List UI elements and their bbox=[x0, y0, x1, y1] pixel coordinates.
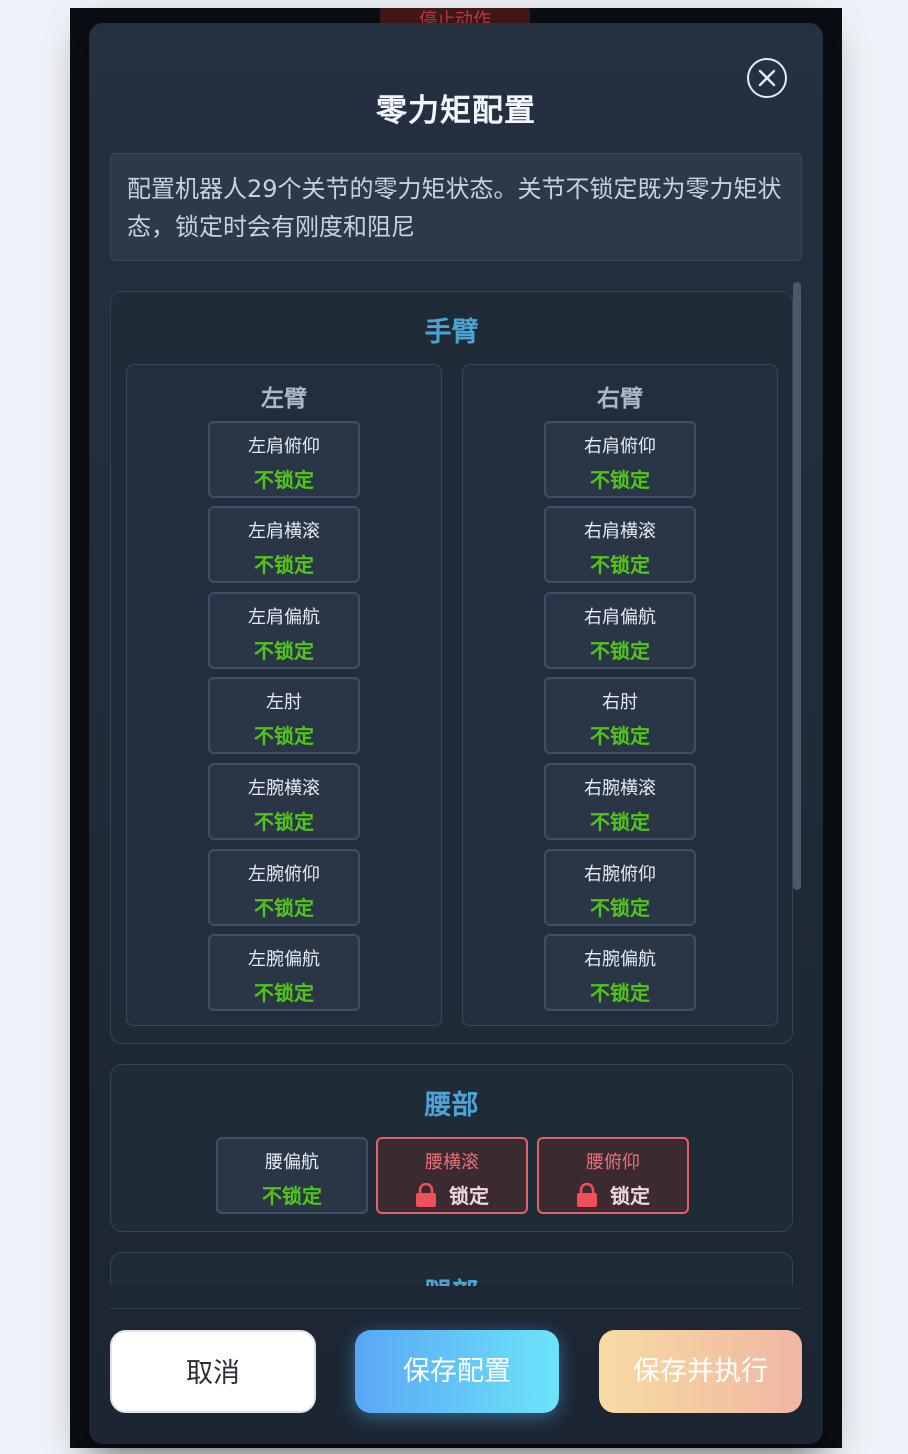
modal-title: 零力矩配置 bbox=[376, 93, 536, 129]
joint-state: 不锁定 bbox=[590, 639, 650, 663]
legs-section: 腿部 bbox=[110, 1252, 793, 1286]
joint-name: 右腕横滚 bbox=[584, 778, 656, 799]
joint-name: 腰俯仰 bbox=[586, 1152, 640, 1173]
joint-name: 左腕俯仰 bbox=[248, 864, 320, 885]
waist-section-title: 腰部 bbox=[424, 1090, 479, 1121]
joint-state-label: 锁定 bbox=[449, 1184, 489, 1208]
joint-right-wrist-yaw[interactable]: 右腕偏航 不锁定 bbox=[544, 934, 696, 1011]
arms-section: 手臂 左臂 左肩俯仰 不锁定 左肩横滚 不锁定 左肩偏航 不锁定 左肘 不锁定 … bbox=[110, 291, 793, 1044]
joint-state: 不锁定 bbox=[590, 810, 650, 834]
joint-state: 不锁定 bbox=[254, 639, 314, 663]
cancel-button[interactable]: 取消 bbox=[110, 1330, 316, 1413]
joint-left-elbow[interactable]: 左肘 不锁定 bbox=[208, 677, 360, 754]
joint-state: 不锁定 bbox=[254, 553, 314, 577]
joint-state: 不锁定 bbox=[254, 810, 314, 834]
lock-icon bbox=[577, 1182, 597, 1207]
joint-left-shoulder-yaw[interactable]: 左肩偏航 不锁定 bbox=[208, 592, 360, 669]
joint-waist-roll[interactable]: 腰横滚 锁定 bbox=[376, 1137, 528, 1214]
joint-waist-pitch[interactable]: 腰俯仰 锁定 bbox=[537, 1137, 689, 1214]
joint-left-shoulder-pitch[interactable]: 左肩俯仰 不锁定 bbox=[208, 421, 360, 498]
waist-section: 腰部 腰偏航 不锁定 腰横滚 锁定 腰俯仰 锁定 bbox=[110, 1064, 793, 1232]
joint-state: 不锁定 bbox=[254, 468, 314, 492]
joint-name: 左肩俯仰 bbox=[248, 436, 320, 457]
joint-right-wrist-roll[interactable]: 右腕横滚 不锁定 bbox=[544, 763, 696, 840]
joint-name: 左肩横滚 bbox=[248, 521, 320, 542]
right-arm-title: 右臂 bbox=[597, 386, 643, 412]
joint-left-shoulder-roll[interactable]: 左肩横滚 不锁定 bbox=[208, 506, 360, 583]
joint-name: 左腕横滚 bbox=[248, 778, 320, 799]
joint-name: 右肩偏航 bbox=[584, 607, 656, 628]
joint-state: 不锁定 bbox=[254, 981, 314, 1005]
joint-name: 右腕俯仰 bbox=[584, 864, 656, 885]
joint-right-wrist-pitch[interactable]: 右腕俯仰 不锁定 bbox=[544, 849, 696, 926]
joint-name: 右肩俯仰 bbox=[584, 436, 656, 457]
joint-name: 左腕偏航 bbox=[248, 949, 320, 970]
joint-right-elbow[interactable]: 右肘 不锁定 bbox=[544, 677, 696, 754]
joint-state: 不锁定 bbox=[590, 553, 650, 577]
joint-name: 腰横滚 bbox=[425, 1152, 479, 1173]
joint-state: 不锁定 bbox=[590, 981, 650, 1005]
joint-state: 不锁定 bbox=[254, 896, 314, 920]
modal-description: 配置机器人29个关节的零力矩状态。关节不锁定既为零力矩状态，锁定时会有刚度和阻尼 bbox=[110, 153, 802, 261]
zero-torque-modal: 零力矩配置 配置机器人29个关节的零力矩状态。关节不锁定既为零力矩状态，锁定时会… bbox=[89, 23, 823, 1444]
joint-name: 右肩横滚 bbox=[584, 521, 656, 542]
joint-waist-yaw[interactable]: 腰偏航 不锁定 bbox=[216, 1137, 368, 1214]
joint-state: 不锁定 bbox=[590, 724, 650, 748]
arms-section-title: 手臂 bbox=[424, 317, 479, 348]
joint-name: 左肩偏航 bbox=[248, 607, 320, 628]
joint-state: 不锁定 bbox=[590, 896, 650, 920]
joint-state: 锁定 bbox=[539, 1180, 687, 1209]
joint-name: 左肘 bbox=[266, 692, 302, 713]
joint-scroll-area[interactable]: 手臂 左臂 左肩俯仰 不锁定 左肩横滚 不锁定 左肩偏航 不锁定 左肘 不锁定 … bbox=[110, 288, 802, 1286]
joint-left-wrist-yaw[interactable]: 左腕偏航 不锁定 bbox=[208, 934, 360, 1011]
joint-left-wrist-pitch[interactable]: 左腕俯仰 不锁定 bbox=[208, 849, 360, 926]
joint-right-shoulder-pitch[interactable]: 右肩俯仰 不锁定 bbox=[544, 421, 696, 498]
save-and-execute-button[interactable]: 保存并执行 bbox=[599, 1330, 802, 1413]
joint-name: 右肘 bbox=[602, 692, 638, 713]
left-arm-panel: 左臂 左肩俯仰 不锁定 左肩横滚 不锁定 左肩偏航 不锁定 左肘 不锁定 左腕横… bbox=[126, 364, 442, 1026]
joint-left-wrist-roll[interactable]: 左腕横滚 不锁定 bbox=[208, 763, 360, 840]
joint-state: 不锁定 bbox=[590, 468, 650, 492]
joint-name: 腰偏航 bbox=[265, 1152, 319, 1173]
left-arm-title: 左臂 bbox=[261, 386, 307, 412]
scrollbar[interactable] bbox=[793, 282, 801, 890]
joint-right-shoulder-roll[interactable]: 右肩横滚 不锁定 bbox=[544, 506, 696, 583]
joint-state: 不锁定 bbox=[254, 724, 314, 748]
joint-state: 锁定 bbox=[378, 1180, 526, 1209]
footer-divider bbox=[110, 1308, 802, 1309]
joint-state-label: 锁定 bbox=[610, 1184, 650, 1208]
lock-icon bbox=[416, 1182, 436, 1207]
joint-right-shoulder-yaw[interactable]: 右肩偏航 不锁定 bbox=[544, 592, 696, 669]
joint-name: 右腕偏航 bbox=[584, 949, 656, 970]
save-config-button[interactable]: 保存配置 bbox=[355, 1330, 559, 1413]
joint-state: 不锁定 bbox=[262, 1184, 322, 1208]
legs-section-title: 腿部 bbox=[111, 1271, 792, 1286]
right-arm-panel: 右臂 右肩俯仰 不锁定 右肩横滚 不锁定 右肩偏航 不锁定 右肘 不锁定 右腕横… bbox=[462, 364, 778, 1026]
